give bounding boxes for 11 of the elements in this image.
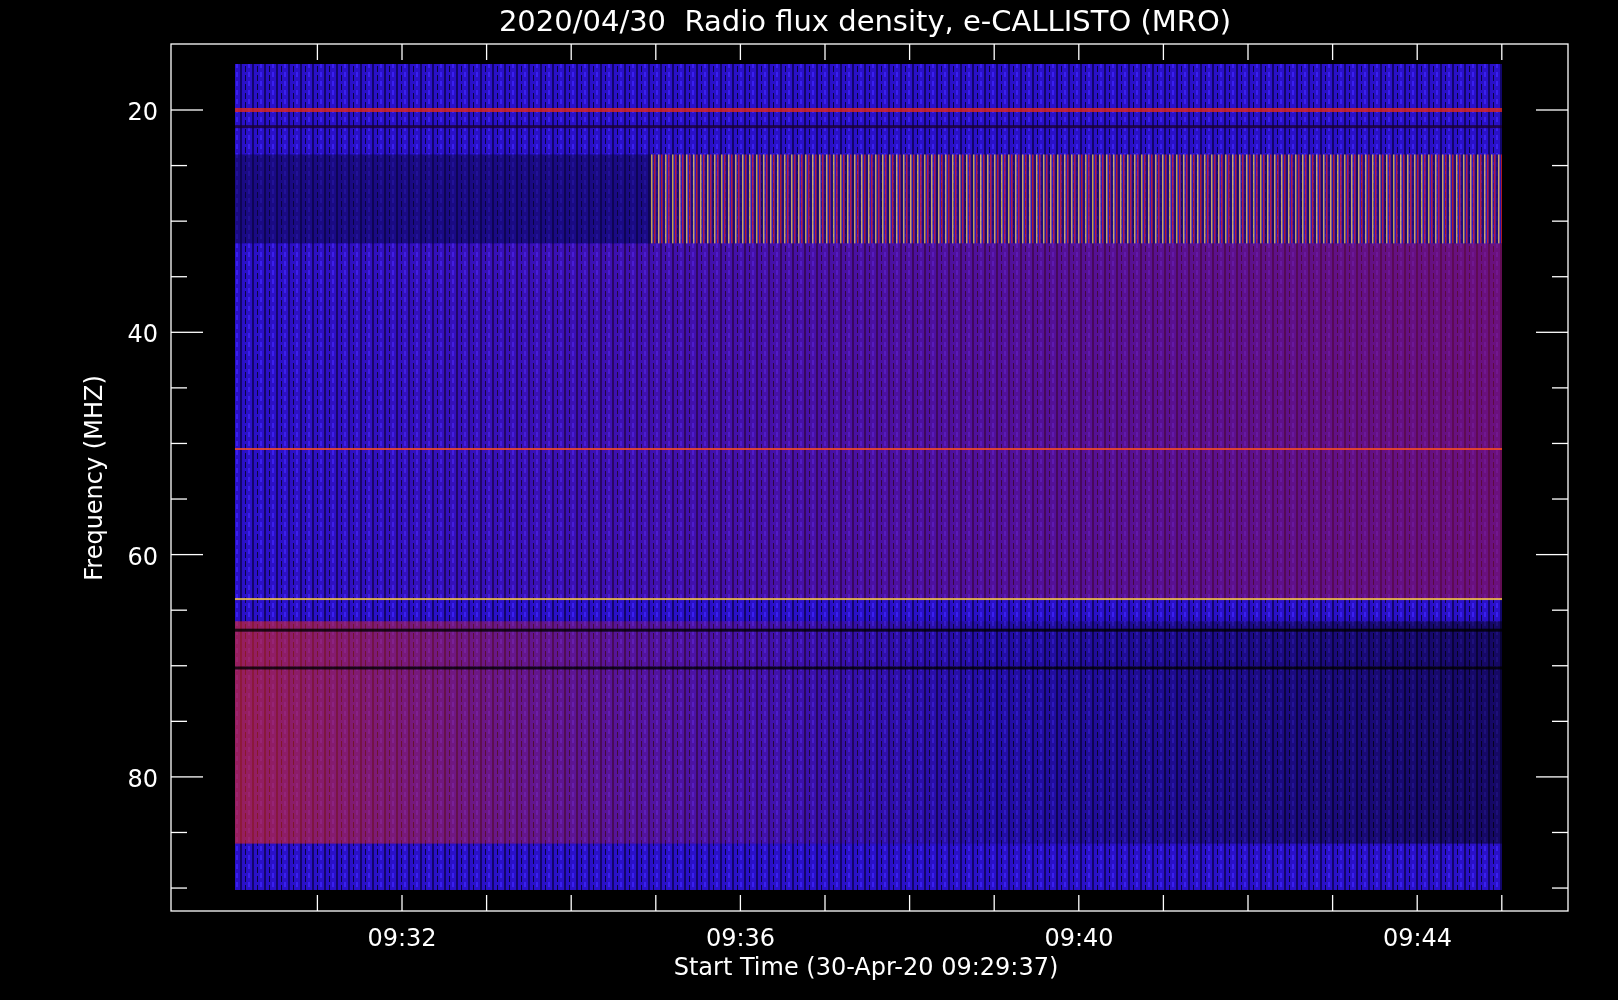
axis-title: Frequency (MHZ)	[80, 375, 108, 581]
axis-tick-label: 40	[127, 320, 158, 349]
axis-tick-label: 09:32	[367, 924, 437, 952]
axis-tick-label: 09:44	[1382, 924, 1453, 952]
axis-tick-label: 09:36	[705, 924, 776, 952]
axis-tick-label: 80	[127, 764, 158, 793]
axis-tick-label: 09:40	[1044, 924, 1114, 952]
axis-title: Start Time (30-Apr-20 09:29:37)	[673, 953, 1059, 981]
axis-tick-label: 20	[127, 98, 158, 126]
axis-tick-label: 60	[127, 542, 158, 571]
chart-title: 2020/04/30 Radio flux density, e-CALLISTO (MRO)	[498, 4, 1232, 38]
